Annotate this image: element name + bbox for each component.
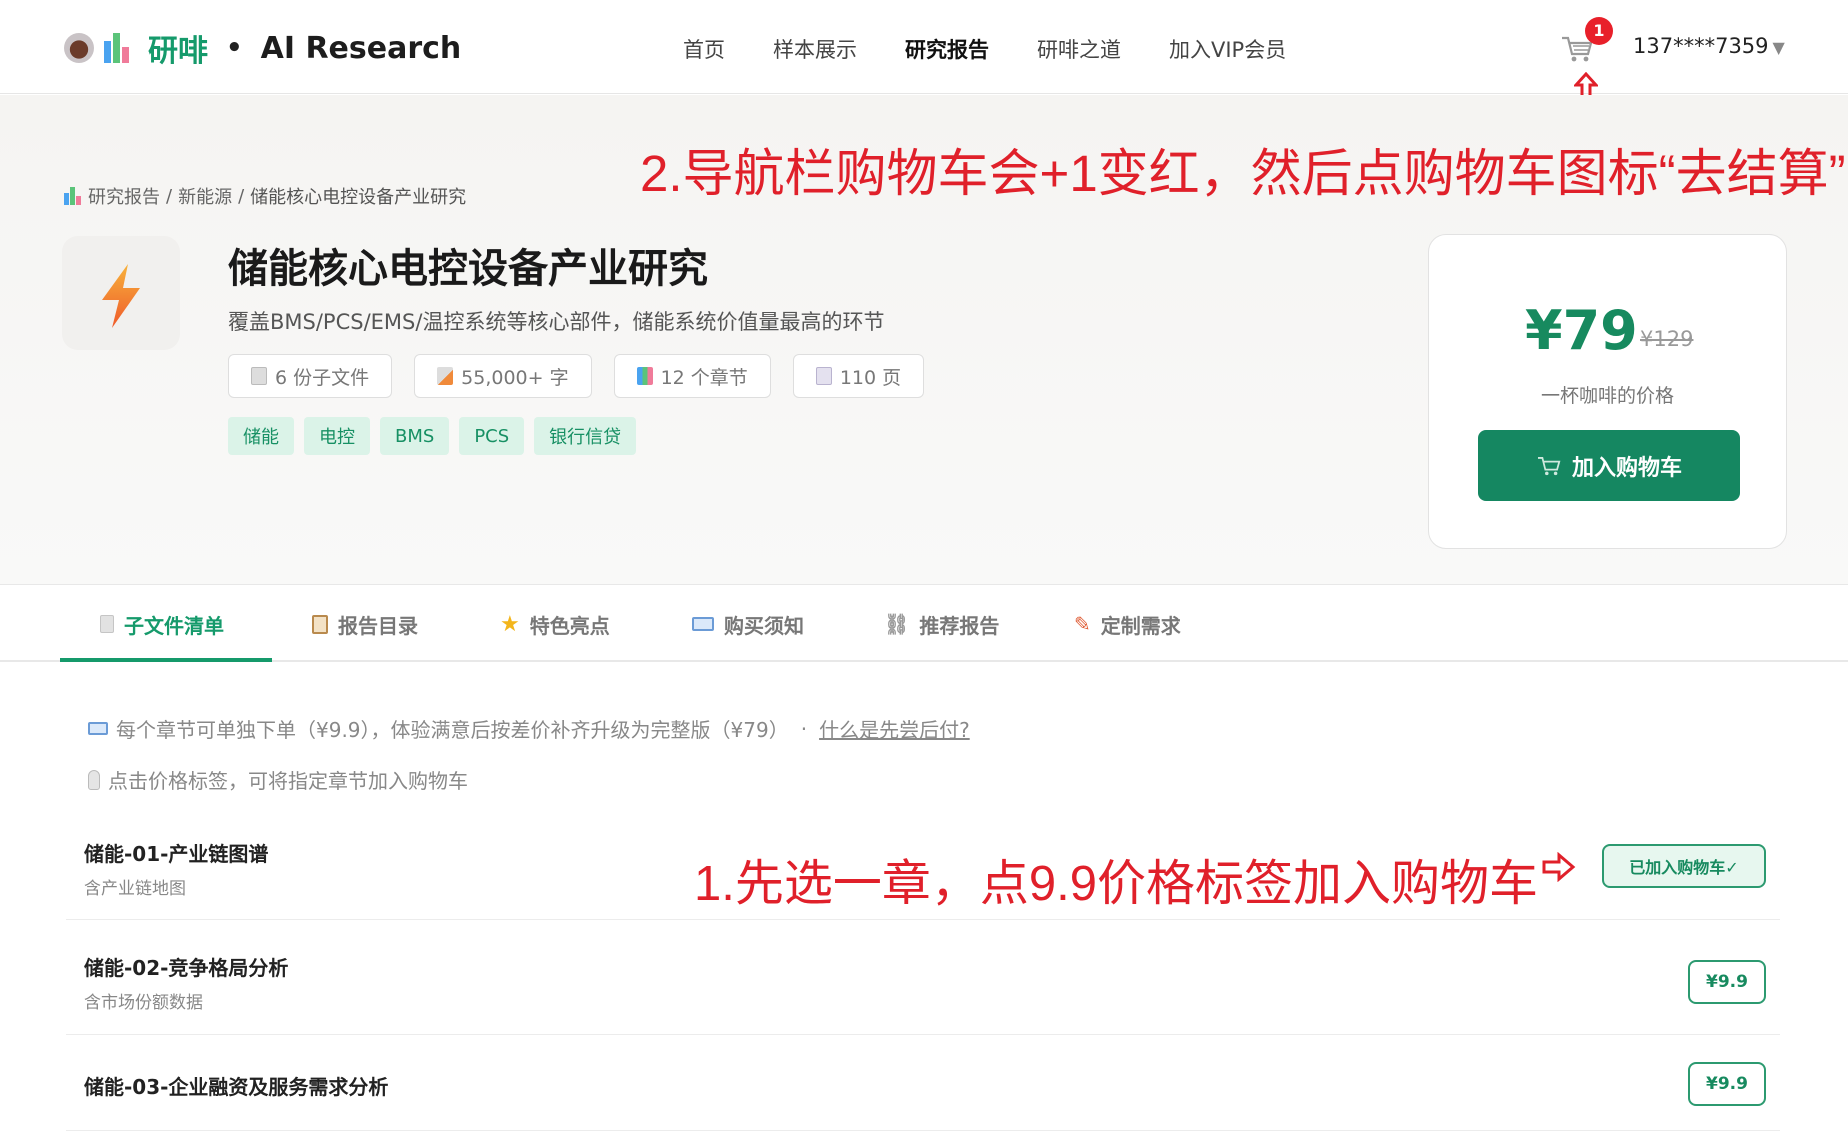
nav-vip[interactable]: 加入VIP会员 bbox=[1169, 34, 1286, 64]
pencil-paper-icon bbox=[437, 367, 454, 385]
try-first-link[interactable]: 什么是先尝后付? bbox=[819, 714, 970, 743]
tab-purchase-notes[interactable]: 购买须知 bbox=[692, 586, 804, 662]
logo[interactable]: 研啡 • AI Research bbox=[64, 26, 461, 70]
report-subtitle: 覆盖BMS/PCS/EMS/温控系统等核心部件，储能系统价值量最高的环节 bbox=[228, 310, 885, 334]
report-thumbnail bbox=[62, 236, 180, 350]
chapter-title: 储能-02-竞争格局分析 bbox=[84, 956, 289, 980]
chevron-down-icon: ▼ bbox=[1772, 38, 1785, 57]
tab-toc-label: 报告目录 bbox=[338, 613, 418, 638]
top-header: 研啡 • AI Research 首页 样本展示 研究报告 研啡之道 加入VIP… bbox=[0, 0, 1848, 100]
bar-chart-icon bbox=[104, 33, 132, 63]
stat-files: 6 份子文件 bbox=[228, 354, 393, 398]
user-phone: 137****7359 bbox=[1633, 34, 1769, 58]
nav-home[interactable]: 首页 bbox=[683, 34, 725, 64]
tab-custom-label: 定制需求 bbox=[1100, 613, 1181, 638]
nav-reports[interactable]: 研究报告 bbox=[905, 34, 989, 64]
tab-highlights-label: 特色亮点 bbox=[529, 613, 610, 638]
added-to-cart-tag[interactable]: 已加入购物车✓ bbox=[1602, 844, 1766, 888]
cart-count-badge: 1 bbox=[1585, 17, 1613, 45]
chapter-subtitle: 含市场份额数据 bbox=[84, 993, 203, 1013]
report-title: 储能核心电控设备产业研究 bbox=[228, 246, 708, 292]
shopping-cart-icon bbox=[1537, 456, 1561, 475]
note-dot: · bbox=[800, 716, 808, 741]
link-icon: ⛓ bbox=[884, 612, 910, 636]
chapter-title: 储能-01-产业链图谱 bbox=[84, 842, 269, 866]
document-icon bbox=[100, 615, 114, 633]
brand-name: 研啡 bbox=[148, 34, 208, 69]
breadcrumb-item-category[interactable]: 新能源 bbox=[178, 183, 232, 209]
tab-recommended[interactable]: ⛓ 推荐报告 bbox=[884, 586, 999, 662]
annotation-step-2: 2.导航栏购物车会+1变红，然后点购物车图标“去结算” bbox=[640, 145, 1846, 202]
stat-pages: 110 页 bbox=[792, 354, 925, 398]
chapter-title: 储能-03-企业融资及服务需求分析 bbox=[84, 1075, 389, 1099]
user-menu[interactable]: 137****7359 ▼ bbox=[1633, 34, 1785, 58]
price: ¥79 bbox=[1525, 299, 1638, 362]
chapter-row: 储能-02-竞争格局分析 含市场份额数据 ¥9.9 bbox=[66, 920, 1780, 1035]
pencil-icon: ✎ bbox=[1074, 612, 1091, 636]
bar-chart-icon bbox=[636, 367, 653, 385]
nav-about[interactable]: 研啡之道 bbox=[1037, 34, 1121, 64]
tab-toc[interactable]: 报告目录 bbox=[312, 586, 418, 662]
active-tab-indicator bbox=[60, 658, 272, 662]
price-tag-note: 点击价格标签，可将指定章节加入购物车 bbox=[88, 765, 468, 794]
stat-words: 55,000+ 字 bbox=[414, 354, 592, 398]
tag-item[interactable]: 银行信贷 bbox=[534, 417, 637, 455]
price-note: 一杯咖啡的价格 bbox=[1540, 385, 1674, 407]
tab-purchase-notes-label: 购买须知 bbox=[724, 613, 804, 638]
report-tags: 储能 电控 BMS PCS 银行信贷 bbox=[228, 417, 637, 455]
add-to-cart-label: 加入购物车 bbox=[1571, 455, 1682, 481]
stat-words-label: 55,000+ 字 bbox=[461, 366, 569, 389]
report-stats: 6 份子文件 55,000+ 字 12 个章节 110 页 bbox=[228, 354, 925, 398]
clipboard-icon bbox=[312, 614, 328, 634]
price-card: ¥79 ¥129 一杯咖啡的价格 加入购物车 bbox=[1428, 234, 1787, 549]
tab-custom[interactable]: ✎ 定制需求 bbox=[1074, 586, 1181, 662]
open-book-icon bbox=[692, 617, 714, 631]
chapter-price-tag[interactable]: ¥9.9 bbox=[1688, 960, 1766, 1004]
tab-recommended-label: 推荐报告 bbox=[919, 613, 1000, 638]
stat-files-label: 6 份子文件 bbox=[275, 366, 370, 389]
tag-item[interactable]: BMS bbox=[380, 417, 450, 455]
stat-chapters-label: 12 个章节 bbox=[660, 366, 748, 389]
page-icon bbox=[815, 367, 832, 385]
star-icon: ★ bbox=[500, 611, 520, 637]
breadcrumb-separator: / bbox=[238, 185, 245, 207]
breadcrumb: 研究报告 / 新能源 / 储能核心电控设备产业研究 bbox=[64, 183, 466, 209]
report-icon bbox=[64, 187, 82, 205]
tag-item[interactable]: 电控 bbox=[304, 417, 370, 455]
brand-subtitle: AI Research bbox=[260, 30, 462, 66]
pointer-icon bbox=[88, 769, 100, 790]
lightning-bolt-icon bbox=[102, 264, 140, 328]
stat-pages-label: 110 页 bbox=[839, 366, 902, 389]
section-tabs: 子文件清单 报告目录 ★ 特色亮点 购买须知 ⛓ 推荐报告 ✎ 定制需求 bbox=[0, 586, 1848, 662]
brand-separator: • bbox=[226, 33, 243, 63]
main-nav: 首页 样本展示 研究报告 研啡之道 加入VIP会员 bbox=[683, 34, 1334, 64]
original-price: ¥129 bbox=[1640, 327, 1694, 351]
nav-samples[interactable]: 样本展示 bbox=[773, 34, 857, 64]
chapter-row: 储能-01-产业链图谱 含产业链地图 已加入购物车✓ bbox=[66, 820, 1780, 920]
coffee-cup-icon bbox=[64, 33, 94, 63]
note-text: 点击价格标签，可将指定章节加入购物车 bbox=[108, 769, 468, 793]
breadcrumb-separator: / bbox=[166, 185, 173, 207]
add-to-cart-button[interactable]: 加入购物车 bbox=[1478, 430, 1740, 501]
breadcrumb-item-current: 储能核心电控设备产业研究 bbox=[250, 187, 467, 208]
tag-item[interactable]: 储能 bbox=[228, 417, 294, 455]
document-icon bbox=[251, 367, 267, 385]
note-text: 每个章节可单独下单（¥9.9），体验满意后按差价补齐升级为完整版（¥79） bbox=[116, 718, 789, 742]
stat-chapters: 12 个章节 bbox=[613, 354, 771, 398]
chapter-subtitle: 含产业链地图 bbox=[84, 879, 186, 899]
tab-highlights[interactable]: ★ 特色亮点 bbox=[500, 586, 610, 662]
chapter-row: 储能-03-企业融资及服务需求分析 ¥9.9 bbox=[66, 1035, 1780, 1131]
chapter-price-tag[interactable]: ¥9.9 bbox=[1688, 1062, 1766, 1106]
chapter-purchase-note: 每个章节可单独下单（¥9.9），体验满意后按差价补齐升级为完整版（¥79） · … bbox=[88, 714, 970, 743]
tag-item[interactable]: PCS bbox=[459, 417, 525, 455]
open-book-icon bbox=[88, 722, 108, 735]
tab-subfiles[interactable]: 子文件清单 bbox=[100, 586, 224, 662]
tab-subfiles-label: 子文件清单 bbox=[124, 613, 224, 638]
breadcrumb-item-reports[interactable]: 研究报告 bbox=[88, 183, 160, 209]
